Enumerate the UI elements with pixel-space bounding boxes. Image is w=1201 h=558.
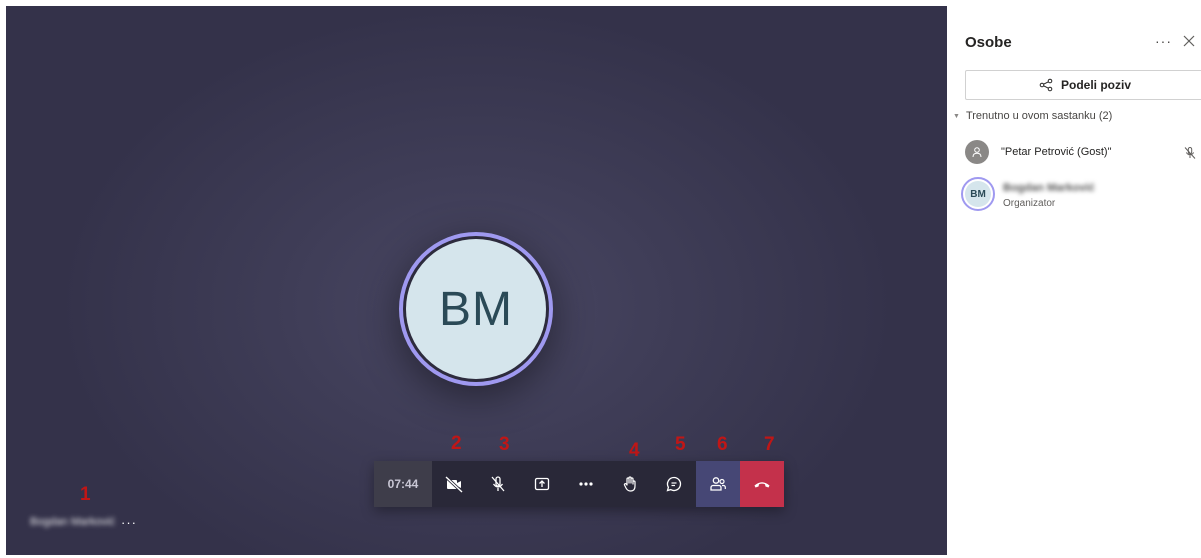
- hang-up-button[interactable]: [740, 461, 784, 507]
- guest-avatar: [965, 140, 989, 164]
- collab-controls: [608, 461, 740, 507]
- section-label: Trenutno u ovom sastanku (2): [965, 110, 1113, 122]
- self-more-button[interactable]: ···: [121, 515, 137, 530]
- people-button[interactable]: [696, 461, 740, 507]
- annotation-3: 3: [499, 434, 510, 455]
- camera-toggle-button[interactable]: [432, 461, 476, 507]
- organizer-role: Organizator: [1003, 198, 1056, 209]
- caret-down-icon: ▼: [953, 112, 960, 120]
- participant-avatar: BM: [399, 232, 553, 386]
- mic-off-icon: [1184, 147, 1196, 159]
- call-duration: 07:44: [374, 461, 432, 507]
- meeting-stage: BM 1 2 3 4 5 6 7 Bogdan Marković ··· 07:…: [6, 6, 947, 555]
- in-meeting-section-toggle[interactable]: ▼ Trenutno u ovom sastanku (2): [953, 110, 1112, 122]
- organizer-avatar[interactable]: BM: [961, 177, 995, 211]
- media-controls: [432, 461, 608, 507]
- participant-initials: BM: [406, 239, 546, 379]
- panel-more-button[interactable]: ···: [1155, 33, 1172, 49]
- camera-off-icon: [444, 475, 464, 494]
- self-name-tag: Bogdan Marković ···: [30, 514, 137, 530]
- panel-title: Osobe: [965, 34, 1012, 51]
- participant-name: "Petar Petrović (Gost)": [1001, 146, 1112, 158]
- annotation-4: 4: [629, 440, 640, 461]
- raise-hand-icon: [623, 476, 636, 492]
- chat-icon: [666, 476, 682, 492]
- mic-off-icon: [491, 476, 505, 492]
- share-screen-button[interactable]: [520, 461, 564, 507]
- call-toolbar: 07:44: [374, 461, 784, 507]
- participant-row[interactable]: "Petar Petrović (Gost)": [965, 140, 1112, 164]
- annotation-5: 5: [675, 434, 686, 455]
- raise-hand-button[interactable]: [608, 461, 652, 507]
- hang-up-icon: [754, 482, 770, 488]
- more-options-button[interactable]: [564, 461, 608, 507]
- share-icon: [1039, 78, 1053, 92]
- chat-button[interactable]: [652, 461, 696, 507]
- organizer-initials: BM: [965, 181, 991, 207]
- share-screen-icon: [534, 477, 550, 491]
- annotation-1: 1: [80, 484, 91, 505]
- self-name: Bogdan Marković: [30, 516, 115, 528]
- people-icon: [710, 477, 726, 491]
- people-panel: Osobe ··· Podeli poziv ▼ Trenutno u ovom…: [947, 6, 1201, 555]
- annotation-6: 6: [717, 434, 728, 455]
- close-icon[interactable]: [1182, 34, 1196, 48]
- annotation-7: 7: [764, 434, 775, 455]
- share-call-label: Podeli poziv: [1060, 78, 1131, 92]
- mic-toggle-button[interactable]: [476, 461, 520, 507]
- person-icon: [972, 147, 982, 158]
- organizer-name: Bogdan Marković: [1003, 182, 1095, 194]
- annotation-2: 2: [451, 433, 462, 454]
- more-options-icon: [579, 482, 593, 486]
- share-call-button[interactable]: Podeli poziv: [965, 70, 1201, 100]
